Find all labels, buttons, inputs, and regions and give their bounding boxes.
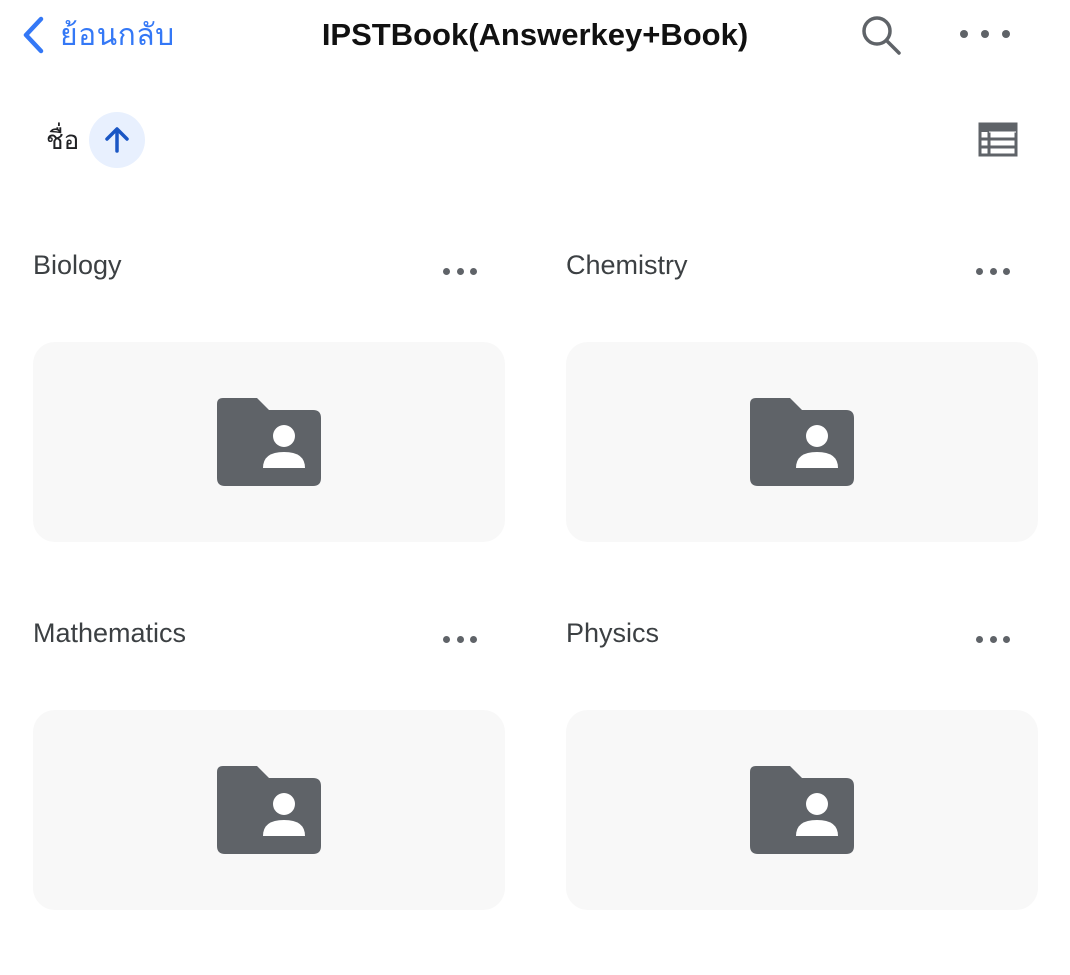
sort-direction-button[interactable] — [89, 112, 146, 168]
sort-bar: ชื่อ — [46, 112, 146, 168]
back-button[interactable]: ย้อนกลับ — [22, 12, 175, 58]
folder-name: Physics — [566, 618, 660, 648]
sort-field-label[interactable]: ชื่อ — [46, 120, 79, 161]
shared-folder-icon — [217, 766, 321, 854]
folder-thumbnail[interactable] — [566, 710, 1038, 910]
folder-name: Mathematics — [33, 618, 187, 648]
folder-card-physics[interactable]: Physics — [566, 610, 1038, 910]
arrow-up-icon — [105, 127, 130, 153]
folder-name: Biology — [33, 250, 122, 280]
more-horizontal-icon — [960, 30, 968, 38]
list-view-icon — [978, 122, 1018, 157]
view-toggle-button[interactable] — [978, 122, 1018, 158]
more-horizontal-icon — [443, 635, 450, 643]
drive-folder-view: ย้อนกลับ IPSTBook(Answerkey+Book) ชื่อ B… — [0, 0, 1070, 975]
search-icon — [862, 16, 901, 55]
folder-name: Chemistry — [566, 250, 688, 280]
folder-thumbnail[interactable] — [566, 342, 1038, 542]
shared-folder-icon — [750, 398, 854, 486]
shared-folder-icon — [750, 766, 854, 854]
folder-card-biology[interactable]: Biology — [33, 242, 505, 542]
folder-card-mathematics[interactable]: Mathematics — [33, 610, 505, 910]
back-label: ย้อนกลับ — [60, 17, 175, 53]
more-horizontal-icon — [976, 635, 983, 643]
search-button[interactable] — [858, 12, 904, 58]
folder-thumbnail[interactable] — [33, 710, 505, 910]
folder-card-chemistry[interactable]: Chemistry — [566, 242, 1038, 542]
page-title: IPSTBook(Answerkey+Book) — [321, 17, 749, 52]
folder-more-button[interactable] — [443, 264, 477, 278]
more-horizontal-icon — [443, 267, 450, 275]
chevron-left-icon — [23, 16, 44, 54]
folder-thumbnail[interactable] — [33, 342, 505, 542]
shared-folder-icon — [217, 398, 321, 486]
folder-more-button[interactable] — [443, 632, 477, 646]
more-options-button[interactable] — [960, 20, 1010, 48]
folder-more-button[interactable] — [976, 632, 1010, 646]
folder-more-button[interactable] — [976, 264, 1010, 278]
more-horizontal-icon — [976, 267, 983, 275]
